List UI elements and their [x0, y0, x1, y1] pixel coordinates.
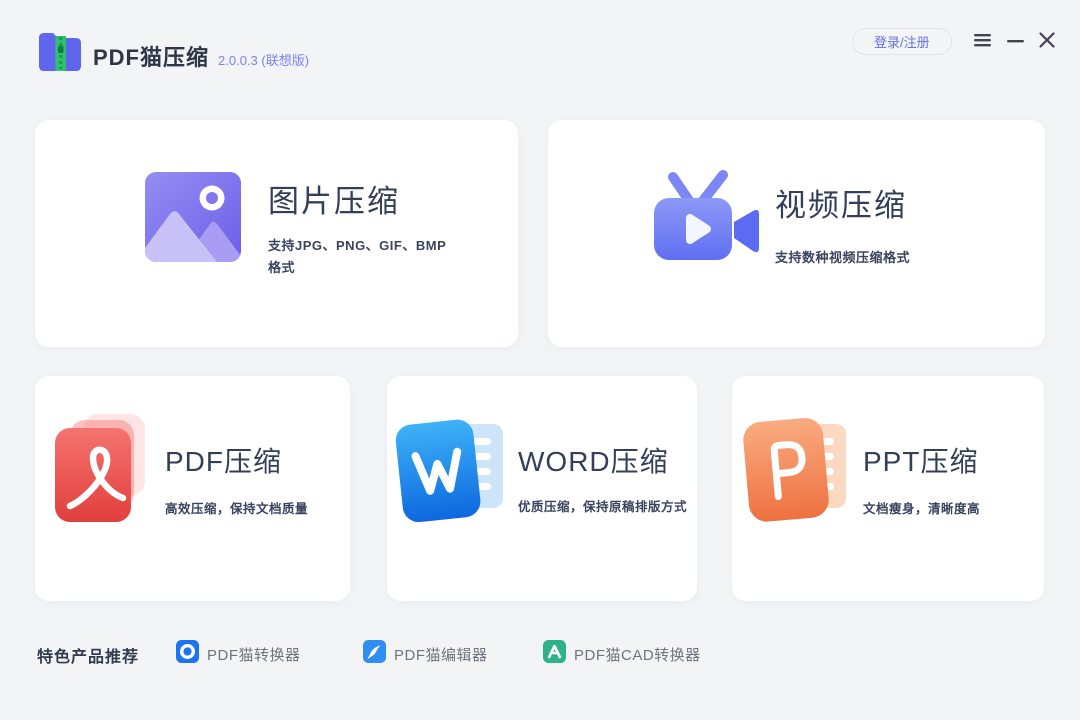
app-window: PDF猫压缩 2.0.0.3 (联想版) 登录/注册 图片压缩 支持JPG、PN…	[0, 0, 1080, 720]
converter-icon	[176, 640, 199, 668]
pdf-card-text: PDF压缩 高效压缩，保持文档质量	[165, 440, 308, 520]
ppt-document-icon	[742, 412, 856, 527]
product-link-cad-converter[interactable]: PDF猫CAD转换器	[543, 640, 701, 668]
image-icon	[145, 172, 241, 267]
brand: PDF猫压缩 2.0.0.3 (联想版)	[93, 40, 309, 72]
word-card-text: WORD压缩 优质压缩，保持原稿排版方式	[518, 440, 690, 518]
ppt-card-title: PPT压缩	[863, 446, 979, 477]
pdf-card-desc: 高效压缩，保持文档质量	[165, 502, 309, 516]
login-register-button[interactable]: 登录/注册	[852, 28, 952, 55]
product-link-label: PDF猫编辑器	[394, 646, 488, 664]
product-link-label: PDF猫CAD转换器	[574, 646, 701, 664]
app-title: PDF猫压缩	[93, 45, 210, 70]
video-card-text: 视频压缩 支持数种视频压缩格式	[775, 180, 910, 269]
video-compress-card[interactable]: 视频压缩 支持数种视频压缩格式	[548, 120, 1045, 347]
pdf-compress-card[interactable]: PDF压缩 高效压缩，保持文档质量	[35, 376, 350, 601]
app-logo-folder-zipper-icon	[37, 29, 83, 73]
featured-products-label: 特色产品推荐	[37, 649, 140, 666]
word-card-desc: 优质压缩，保持原稿排版方式	[518, 500, 688, 514]
word-document-icon	[395, 412, 509, 527]
word-card-title: WORD压缩	[518, 446, 669, 477]
product-link-pdf-converter[interactable]: PDF猫转换器	[176, 640, 301, 668]
ppt-card-text: PPT压缩 文档瘦身，清晰度高	[863, 440, 980, 520]
image-card-desc: 支持JPG、PNG、GIF、BMP格式	[268, 238, 447, 275]
video-card-desc: 支持数种视频压缩格式	[775, 250, 911, 265]
title-bar: PDF猫压缩 2.0.0.3 (联想版) 登录/注册	[0, 0, 1080, 86]
editor-icon	[363, 640, 386, 668]
image-card-title: 图片压缩	[268, 184, 400, 219]
pdf-document-icon	[55, 414, 155, 531]
minimize-icon[interactable]	[1007, 32, 1024, 53]
cad-converter-icon	[543, 640, 566, 668]
image-compress-card[interactable]: 图片压缩 支持JPG、PNG、GIF、BMP格式	[35, 120, 518, 347]
login-register-label: 登录/注册	[874, 35, 930, 50]
word-compress-card[interactable]: WORD压缩 优质压缩，保持原稿排版方式	[387, 376, 697, 601]
pdf-card-title: PDF压缩	[165, 446, 283, 477]
video-camera-icon	[650, 168, 762, 273]
menu-icon[interactable]	[974, 32, 991, 53]
product-link-label: PDF猫转换器	[207, 646, 301, 664]
video-card-title: 视频压缩	[775, 188, 907, 223]
ppt-compress-card[interactable]: PPT压缩 文档瘦身，清晰度高	[732, 376, 1044, 601]
image-card-text: 图片压缩 支持JPG、PNG、GIF、BMP格式	[268, 176, 453, 279]
app-version: 2.0.0.3 (联想版)	[218, 53, 310, 68]
ppt-card-desc: 文档瘦身，清晰度高	[863, 502, 981, 516]
product-link-pdf-editor[interactable]: PDF猫编辑器	[363, 640, 488, 668]
close-icon[interactable]	[1039, 32, 1055, 53]
